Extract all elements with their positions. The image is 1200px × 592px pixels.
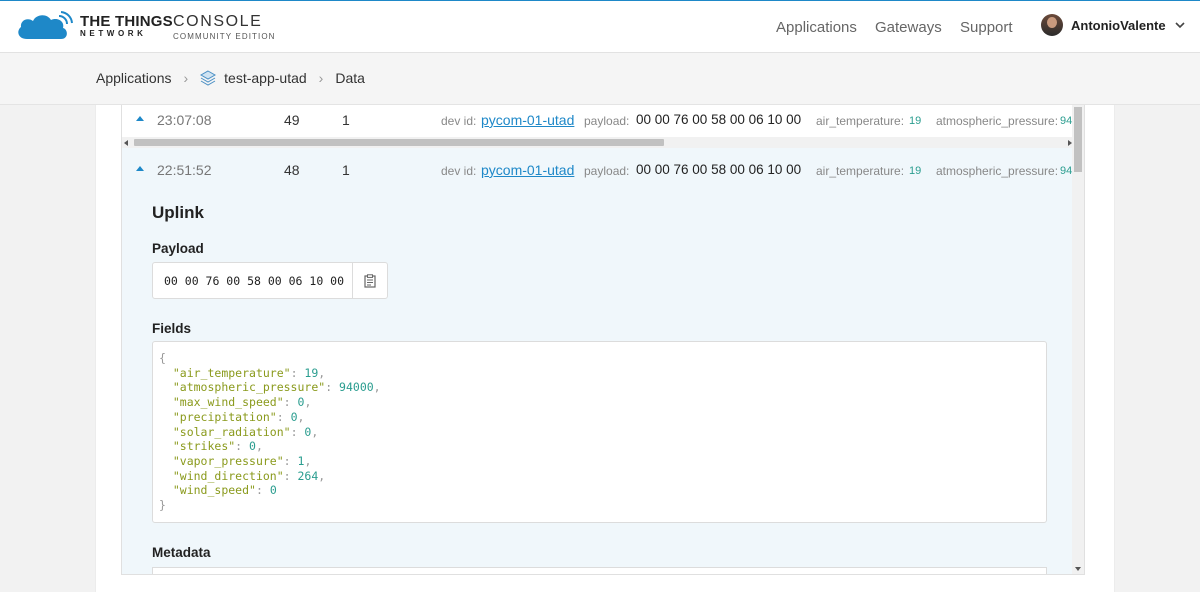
json-key: "max_wind_speed"	[172, 395, 284, 410]
copy-button[interactable]	[352, 263, 387, 298]
air-temperature-label: air_temperature:	[816, 164, 905, 178]
json-value: 0	[290, 409, 298, 424]
chevron-right-icon: ›	[183, 70, 189, 86]
fields-heading: Fields	[152, 321, 192, 336]
breadcrumb-applications[interactable]: Applications	[96, 70, 172, 86]
dev-id-label: dev id:	[441, 114, 477, 128]
json-key: "solar_radiation"	[172, 424, 291, 439]
payload-box: 00 00 76 00 58 00 06 10 00	[152, 262, 388, 299]
row-counter: 48	[284, 162, 300, 178]
scrollbar-thumb[interactable]	[1074, 107, 1082, 172]
data-table[interactable]: 23:07:08 49 1 dev id: pycom-01-utad payl…	[121, 105, 1085, 575]
console-title: CONSOLE COMMUNITY EDITION	[173, 14, 276, 41]
payload-value: 00 00 76 00 58 00 06 10 00	[636, 162, 802, 177]
uplink-title: Uplink	[152, 203, 204, 222]
row-port: 1	[342, 112, 350, 128]
dev-id-link[interactable]: pycom-01-utad	[481, 112, 574, 128]
json-key: "wind_speed"	[172, 483, 256, 498]
air-temperature-value: 19	[909, 115, 922, 127]
fields-json[interactable]: { "air_temperature": 19, "atmospheric_pr…	[152, 341, 1047, 523]
ttn-cloud-logo-icon	[18, 11, 73, 39]
json-value: 94000	[339, 380, 374, 395]
json-value: 0	[249, 439, 256, 454]
avatar	[1041, 14, 1063, 36]
table-row-expanded[interactable]: 22:51:52 48 1 dev id: pycom-01-utad payl…	[122, 155, 1074, 183]
fields-json-code: { "air_temperature": 19, "atmospheric_pr…	[159, 351, 381, 513]
horizontal-scrollbar[interactable]	[122, 137, 1074, 148]
breadcrumb-bar: Applications › test-app-utad › Data	[0, 53, 1200, 105]
layers-icon	[200, 70, 217, 86]
atmospheric-pressure-value: 94	[1060, 165, 1073, 177]
user-menu[interactable]: AntonioValente	[1041, 14, 1186, 36]
console-main: CONSOLE	[173, 13, 263, 30]
row-spacer	[122, 148, 1074, 155]
row-port: 1	[342, 162, 350, 178]
scrollbar-thumb[interactable]	[134, 139, 664, 146]
json-value: 0	[297, 395, 305, 410]
logo[interactable]	[15, 11, 73, 41]
vertical-scrollbar[interactable]	[1072, 105, 1084, 574]
payload-value: 00 00 76 00 58 00 06 10 00	[636, 112, 802, 127]
atmospheric-pressure-label: atmospheric_pressure:	[936, 164, 1059, 178]
table-row[interactable]: 23:07:08 49 1 dev id: pycom-01-utad payl…	[122, 105, 1074, 135]
payload-hex[interactable]: 00 00 76 00 58 00 06 10 00	[164, 274, 344, 288]
scroll-left-icon[interactable]	[124, 140, 128, 146]
json-key: "wind_direction"	[172, 468, 284, 483]
row-time: 23:07:08	[157, 112, 212, 128]
json-brace: {	[159, 351, 166, 365]
dev-id-link[interactable]: pycom-01-utad	[481, 162, 574, 178]
json-value: 1	[297, 453, 305, 468]
top-navbar: THE THINGS NETWORK CONSOLE COMMUNITY EDI…	[0, 0, 1200, 53]
chevron-down-icon	[1175, 22, 1185, 29]
payload-heading: Payload	[152, 241, 204, 256]
payload-label: payload:	[584, 164, 630, 178]
atmospheric-pressure-value: 94	[1060, 115, 1073, 127]
chevron-right-icon: ›	[318, 70, 324, 86]
breadcrumb-data: Data	[335, 70, 365, 86]
username: AntonioValente	[1071, 17, 1166, 33]
json-value: 0	[269, 483, 277, 498]
scroll-down-icon[interactable]	[1075, 567, 1081, 571]
payload-label: payload:	[584, 114, 630, 128]
json-value: 264	[297, 468, 319, 483]
json-value: 0	[304, 424, 312, 439]
air-temperature-label: air_temperature:	[816, 114, 905, 128]
json-brace: }	[159, 498, 166, 513]
atmospheric-pressure-label: atmospheric_pressure:	[936, 114, 1059, 128]
collapse-caret-icon[interactable]	[136, 116, 144, 121]
nav-gateways[interactable]: Gateways	[875, 19, 942, 36]
uplink-detail: Uplink Payload 00 00 76 00 58 00 06 10 0…	[122, 183, 1074, 574]
row-time: 22:51:52	[157, 162, 212, 178]
brand-name: THE THINGS NETWORK	[80, 14, 173, 38]
row-counter: 49	[284, 112, 300, 128]
json-key: "precipitation"	[172, 409, 277, 424]
breadcrumb: Applications › test-app-utad › Data	[96, 70, 365, 86]
nav-applications[interactable]: Applications	[776, 19, 857, 36]
dev-id-label: dev id:	[441, 164, 477, 178]
breadcrumb-app[interactable]: test-app-utad	[224, 70, 307, 86]
brand-sub: NETWORK	[80, 29, 147, 38]
metadata-heading: Metadata	[152, 545, 211, 560]
json-key: "atmospheric_pressure"	[172, 380, 326, 395]
json-value: 19	[304, 365, 319, 380]
metadata-json[interactable]	[152, 567, 1047, 574]
clipboard-icon	[364, 273, 376, 288]
json-key: "air_temperature"	[172, 365, 291, 380]
json-key: "vapor_pressure"	[172, 453, 284, 468]
brand-main: THE THINGS	[80, 13, 173, 30]
collapse-caret-icon[interactable]	[136, 166, 144, 171]
json-key: "strikes"	[172, 439, 236, 454]
air-temperature-value: 19	[909, 165, 922, 177]
nav-support[interactable]: Support	[960, 19, 1013, 36]
console-sub: COMMUNITY EDITION	[173, 32, 276, 41]
